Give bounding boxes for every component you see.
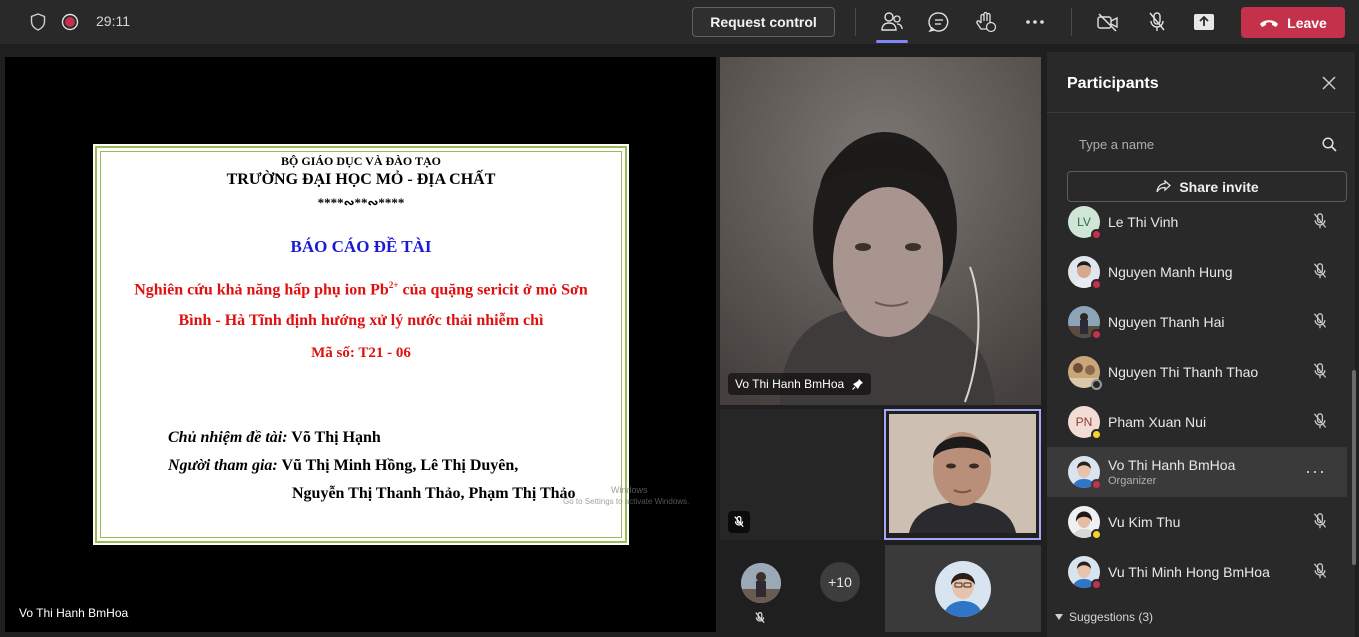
leave-button[interactable]: Leave — [1241, 7, 1345, 38]
status-badge — [1091, 329, 1102, 340]
mic-off-icon — [1313, 213, 1327, 229]
status-badge — [1091, 229, 1102, 240]
presentation-slide: BỘ GIÁO DỤC VÀ ĐÀO TẠO TRƯỜNG ĐẠI HỌC MỎ… — [93, 144, 629, 545]
video-tile-avatar[interactable] — [885, 545, 1041, 632]
participant-row[interactable]: LV Le Thi Vinh — [1047, 197, 1347, 247]
suggestions-toggle[interactable]: Suggestions (3) — [1055, 610, 1153, 624]
mic-off-icon — [1313, 513, 1327, 529]
participant-row[interactable]: PN Pham Xuan Nui — [1047, 397, 1347, 447]
mic-off-icon — [1313, 263, 1327, 279]
status-badge — [1091, 279, 1102, 290]
participant-search-input[interactable]: Type a name — [1067, 129, 1347, 159]
suggestions-label: Suggestions (3) — [1069, 610, 1154, 624]
participant-avatar[interactable] — [741, 563, 781, 603]
participant-row[interactable]: Nguyen Thanh Hai — [1047, 297, 1347, 347]
slide-topic-line1: Nghiên cứu khả năng hấp phụ ion Pb2+ của… — [93, 280, 629, 299]
search-icon[interactable] — [1322, 137, 1337, 152]
slide-code: Mã số: T21 - 06 — [311, 345, 411, 361]
activation-watermark-text: Go to Settings to activate Windows. — [563, 497, 690, 506]
slide-members: Người tham gia: Vũ Thị Minh Hồng, Lê Thị… — [168, 457, 518, 475]
meeting-timer: 29:11 — [96, 13, 130, 29]
participant-name: Vo Thi Hanh BmHoa — [1108, 457, 1236, 473]
slide-topic-line2: Bình - Hà Tĩnh định hướng xử lý nước thả… — [178, 312, 544, 329]
people-icon[interactable] — [878, 10, 906, 34]
request-control-button[interactable]: Request control — [692, 7, 835, 37]
participant-name: Nguyen Thanh Hai — [1108, 314, 1225, 330]
status-badge — [1091, 529, 1102, 540]
search-placeholder: Type a name — [1079, 137, 1155, 152]
mic-off-icon — [1313, 363, 1327, 379]
slide-topic-part2: của quặng sericit ở mỏ Sơn — [398, 281, 588, 299]
mic-off-icon — [728, 511, 750, 533]
participant-avatar — [935, 561, 991, 617]
participant-name: Nguyen Manh Hung — [1108, 264, 1233, 280]
overflow-participants-button[interactable]: +10 — [820, 562, 860, 602]
participant-row[interactable]: Vu Kim Thu — [1047, 497, 1347, 547]
mic-off-icon[interactable] — [1144, 10, 1170, 34]
chevron-down-icon — [1055, 614, 1063, 620]
status-badge — [1091, 579, 1102, 590]
video-tile-self[interactable] — [884, 409, 1041, 540]
camera-off-icon[interactable] — [1095, 10, 1121, 34]
active-tab-indicator — [876, 40, 908, 43]
video-tile-main[interactable]: Vo Thi Hanh BmHoa — [720, 57, 1041, 405]
participant-name: Nguyen Thi Thanh Thao — [1108, 364, 1259, 380]
share-invite-label: Share invite — [1179, 178, 1259, 195]
leave-label: Leave — [1287, 14, 1327, 31]
raise-hand-icon[interactable] — [973, 10, 999, 34]
panel-title: Participants — [1067, 75, 1159, 92]
participant-row[interactable]: Vu Thi Minh Hong BmHoa — [1047, 547, 1347, 597]
more-options-icon[interactable]: ··· — [1305, 461, 1326, 482]
slide-lead-label: Chủ nhiệm đề tài: — [168, 429, 288, 446]
slide-ministry: BỘ GIÁO DỤC VÀ ĐÀO TẠO — [281, 154, 441, 168]
mic-off-icon — [754, 611, 766, 630]
slide-report-title: BÁO CÁO ĐỀ TÀI — [290, 237, 432, 256]
self-video-image — [889, 414, 1036, 533]
participant-name: Vu Thi Minh Hong BmHoa — [1108, 564, 1270, 580]
mic-off-icon — [1313, 563, 1327, 579]
slide-members-value1: Vũ Thị Minh Hồng, Lê Thị Duyên, — [277, 457, 519, 474]
status-badge — [1091, 379, 1102, 390]
close-icon[interactable] — [1321, 75, 1337, 96]
status-badge — [1091, 429, 1102, 440]
slide-lead: Chủ nhiệm đề tài: Võ Thị Hạnh — [168, 429, 381, 447]
mic-off-icon — [1313, 413, 1327, 429]
slide-topic-part1: Nghiên cứu khả năng hấp phụ ion Pb — [134, 281, 389, 299]
participant-name: Le Thi Vinh — [1108, 214, 1179, 230]
pin-icon[interactable] — [852, 378, 864, 390]
panel-divider — [1047, 112, 1355, 113]
slide-lead-value: Võ Thị Hạnh — [287, 429, 381, 446]
participant-role: Organizer — [1108, 475, 1157, 487]
participant-name: Vu Kim Thu — [1108, 514, 1181, 530]
recording-icon — [60, 12, 80, 32]
more-options-icon[interactable] — [1022, 10, 1048, 34]
toolbar-divider — [1071, 8, 1072, 36]
shield-icon[interactable] — [28, 12, 48, 32]
share-icon — [1156, 179, 1172, 192]
activation-watermark-title: Windows — [611, 485, 648, 495]
webcam-feed-image — [720, 57, 1041, 405]
participant-row[interactable]: Vo Thi Hanh BmHoa Organizer ··· — [1047, 447, 1347, 497]
participants-panel: Participants Type a name Share invite LV… — [1047, 52, 1355, 637]
slide-members-line2: Nguyễn Thị Thanh Thảo, Phạm Thị Thảo — [292, 485, 576, 502]
status-badge — [1091, 479, 1102, 490]
phone-icon — [1260, 19, 1279, 27]
toolbar-divider — [855, 8, 856, 36]
panel-scrollbar[interactable] — [1352, 370, 1356, 565]
meeting-toolbar: 29:11 Request control Leave — [0, 0, 1359, 44]
chat-icon[interactable] — [926, 10, 952, 34]
participant-row[interactable]: Nguyen Manh Hung — [1047, 247, 1347, 297]
slide-university: TRƯỜNG ĐẠI HỌC MỎ - ĐỊA CHẤT — [226, 171, 496, 188]
video-name-chip: Vo Thi Hanh BmHoa — [728, 373, 872, 395]
participant-name: Pham Xuan Nui — [1108, 414, 1207, 430]
slide-members-label: Người tham gia: — [168, 457, 278, 474]
share-tray-icon[interactable] — [1191, 10, 1217, 34]
mic-off-icon — [1313, 313, 1327, 329]
video-tile-muted[interactable] — [720, 409, 882, 540]
slide-ornament: ****∾**∾**** — [317, 195, 405, 210]
presenter-name-label: Vo Thi Hanh BmHoa — [19, 606, 129, 620]
participant-row[interactable]: Nguyen Thi Thanh Thao — [1047, 347, 1347, 397]
video-name-label: Vo Thi Hanh BmHoa — [735, 377, 845, 391]
